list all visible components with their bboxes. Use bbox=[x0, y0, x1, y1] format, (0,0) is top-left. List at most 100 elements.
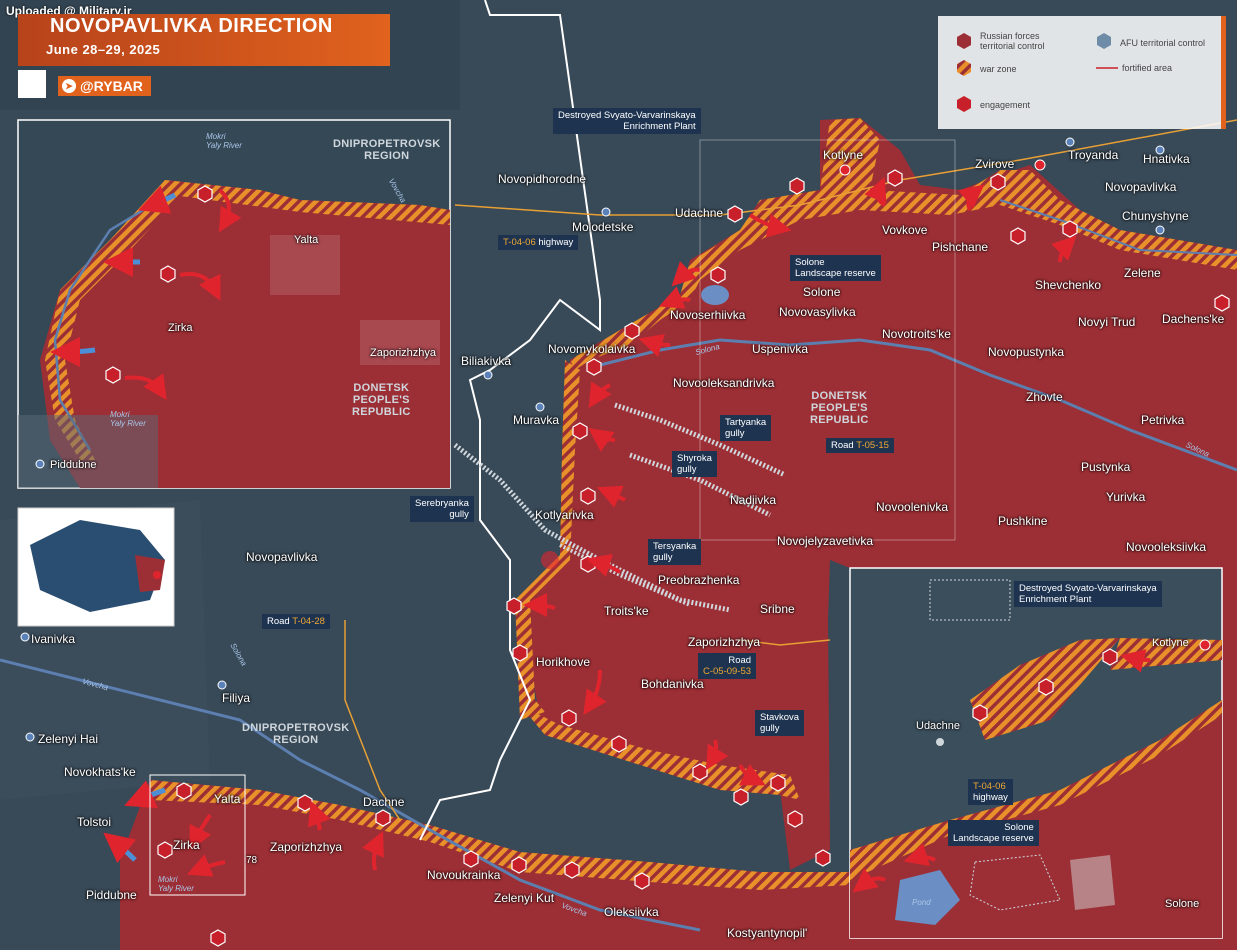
town-label: Petrivka bbox=[1141, 413, 1185, 427]
town-label: Novopavlivka bbox=[246, 550, 318, 564]
town-label: Novopidhorodne bbox=[498, 172, 587, 186]
town-label: Kostyantynopil' bbox=[727, 926, 808, 940]
town-label: Tolstoi bbox=[77, 815, 112, 829]
town-label: Hnativka bbox=[1143, 152, 1190, 166]
town-label: Pishchane bbox=[932, 240, 989, 254]
legend-accent-bar bbox=[1221, 16, 1226, 129]
town-label: Novyi Trud bbox=[1078, 315, 1136, 329]
town-label: Novokhats'ke bbox=[64, 765, 136, 779]
telegram-icon: ➤ bbox=[62, 79, 76, 93]
town-label: Novooleksiivka bbox=[1126, 540, 1207, 554]
map-date: June 28–29, 2025 bbox=[46, 42, 161, 57]
river-label: Mokri Yaly River bbox=[158, 875, 194, 893]
town-label-inset: Piddubne bbox=[50, 459, 97, 471]
town-label-inset: Udachne bbox=[916, 720, 961, 732]
town-label: Zirka bbox=[173, 838, 200, 852]
town-label: Zaporizhzhya bbox=[688, 635, 761, 649]
town-label: Shevchenko bbox=[1035, 278, 1102, 292]
river-label: Pond bbox=[912, 898, 931, 907]
town-label: Udachne bbox=[675, 206, 724, 220]
town-label-inset: Yalta bbox=[294, 234, 319, 246]
town-label: Solone bbox=[803, 285, 841, 299]
town-label: Yalta bbox=[214, 792, 241, 806]
town-label: Kotlyarivka bbox=[535, 508, 594, 522]
river-label: Mokri Yaly River bbox=[206, 132, 242, 150]
town-label: Sribne bbox=[760, 602, 795, 616]
town-label: Bohdanivka bbox=[641, 677, 704, 691]
map-stage: Uploaded @ Military.ir NOVOPAVLIVKA DIRE… bbox=[0, 0, 1237, 950]
callout-stavkova-gully: Stavkova gully bbox=[755, 710, 805, 736]
callout-solone-reserve-inset: Solone Landscape reserve bbox=[948, 820, 1039, 846]
region-donetsk-main: DONETSK PEOPLE'S REPUBLIC bbox=[810, 390, 869, 426]
town-label: Novooleksandrivka bbox=[673, 376, 775, 390]
callout-serebryanka-gully: Serebryanka gully bbox=[410, 496, 474, 522]
town-label: Zelenyi Hai bbox=[38, 732, 99, 746]
town-label: Novoolenivka bbox=[876, 500, 949, 514]
map-legend: Russian forces territorial control AFU t… bbox=[938, 16, 1226, 129]
title-banner: NOVOPAVLIVKA DIRECTION June 28–29, 2025 bbox=[18, 14, 390, 66]
town-label: Filiya bbox=[222, 691, 251, 705]
qr-code-icon[interactable] bbox=[18, 70, 46, 98]
town-label: Yurivka bbox=[1106, 490, 1146, 504]
town-label: Zvirove bbox=[975, 157, 1015, 171]
callout-road-t0515: Road T-05-15 bbox=[826, 438, 894, 453]
callout-solone-reserve: Solone Landscape reserve bbox=[790, 255, 881, 281]
town-label: Kotlyne bbox=[823, 148, 864, 162]
town-label-inset: Zaporizhzhya bbox=[370, 347, 437, 359]
callout-shyroka-gully: Shyroka gully bbox=[672, 451, 717, 477]
town-label: Pustynka bbox=[1081, 460, 1131, 474]
legend-fortified: fortified area bbox=[1122, 63, 1173, 73]
height-marker-label: 78 bbox=[246, 855, 258, 866]
town-label: Chunyshyne bbox=[1122, 209, 1189, 223]
town-label: Troyanda bbox=[1068, 148, 1119, 162]
town-label: Novoserhiivka bbox=[670, 308, 746, 322]
town-label: Preobrazhenka bbox=[658, 573, 740, 587]
town-label: Nadiivka bbox=[730, 493, 777, 507]
region-dnipro-top: DNIPROPETROVSK REGION bbox=[333, 138, 441, 162]
town-label: Horikhove bbox=[536, 655, 591, 669]
inset-left bbox=[17, 119, 451, 489]
town-label-inset: Zirka bbox=[168, 322, 193, 334]
town-label: Novojelyzavetivka bbox=[777, 534, 874, 548]
town-label: Novopustynka bbox=[988, 345, 1065, 359]
town-label: Troits'ke bbox=[604, 604, 649, 618]
region-dnipro-bottom: DNIPROPETROVSK REGION bbox=[242, 722, 350, 746]
town-label: Vovkove bbox=[882, 223, 928, 237]
town-label-inset: Solone bbox=[1165, 898, 1200, 910]
callout-t0406-inset: T-04-06 highway bbox=[968, 779, 1013, 805]
callout-enrichment-inset: Destroyed Svyato-Varvarinskaya Enrichmen… bbox=[1014, 581, 1162, 607]
legend-engagement: engagement bbox=[980, 100, 1031, 110]
town-label: Zelene bbox=[1124, 266, 1161, 280]
legend-russian: Russian forces territorial control bbox=[980, 31, 1045, 51]
town-label: Zhovte bbox=[1026, 390, 1063, 404]
overview-minimap bbox=[17, 507, 175, 627]
town-label: Molodetske bbox=[572, 220, 634, 234]
town-label: Uspenivka bbox=[752, 342, 809, 356]
town-label: Piddubne bbox=[86, 888, 137, 902]
legend-war-zone: war zone bbox=[980, 64, 1017, 74]
brand-link[interactable]: ➤ @RYBAR bbox=[58, 76, 151, 96]
callout-t0406: T-04-06 highway bbox=[498, 235, 579, 250]
town-label: Ivanivka bbox=[31, 632, 76, 646]
town-label: Muravka bbox=[513, 413, 560, 427]
town-label: Dachens'ke bbox=[1162, 312, 1225, 326]
town-label: Novomykolaivka bbox=[548, 342, 636, 356]
town-label: Zelenyi Kut bbox=[494, 891, 555, 905]
town-label: Zaporizhzhya bbox=[270, 840, 343, 854]
town-label: Biliakivka bbox=[461, 354, 512, 368]
page-title: NOVOPAVLIVKA DIRECTION bbox=[50, 15, 333, 37]
callout-enrichment-plant: Destroyed Svyato-Varvarinskaya Enrichmen… bbox=[553, 108, 701, 134]
river-label: Mokri Yaly River bbox=[110, 410, 146, 428]
legend-afu: AFU territorial control bbox=[1120, 38, 1206, 48]
town-label-inset: Kotlyne bbox=[1152, 637, 1189, 649]
callout-road-t0428: Road T-04-28 bbox=[262, 614, 330, 629]
callout-tersyanka-gully: Tersyanka gully bbox=[648, 539, 702, 565]
callout-road-c050953: Road C-05-09-53 bbox=[698, 653, 757, 679]
town-label: Novopavlivka bbox=[1105, 180, 1177, 194]
town-label: Pushkine bbox=[998, 514, 1048, 528]
region-donetsk-inset: DONETSK PEOPLE'S REPUBLIC bbox=[352, 382, 411, 418]
town-label: Novoukrainka bbox=[427, 868, 501, 882]
inset-right bbox=[849, 567, 1223, 939]
town-label: Novotroits'ke bbox=[882, 327, 951, 341]
map-canvas[interactable] bbox=[0, 0, 1237, 950]
